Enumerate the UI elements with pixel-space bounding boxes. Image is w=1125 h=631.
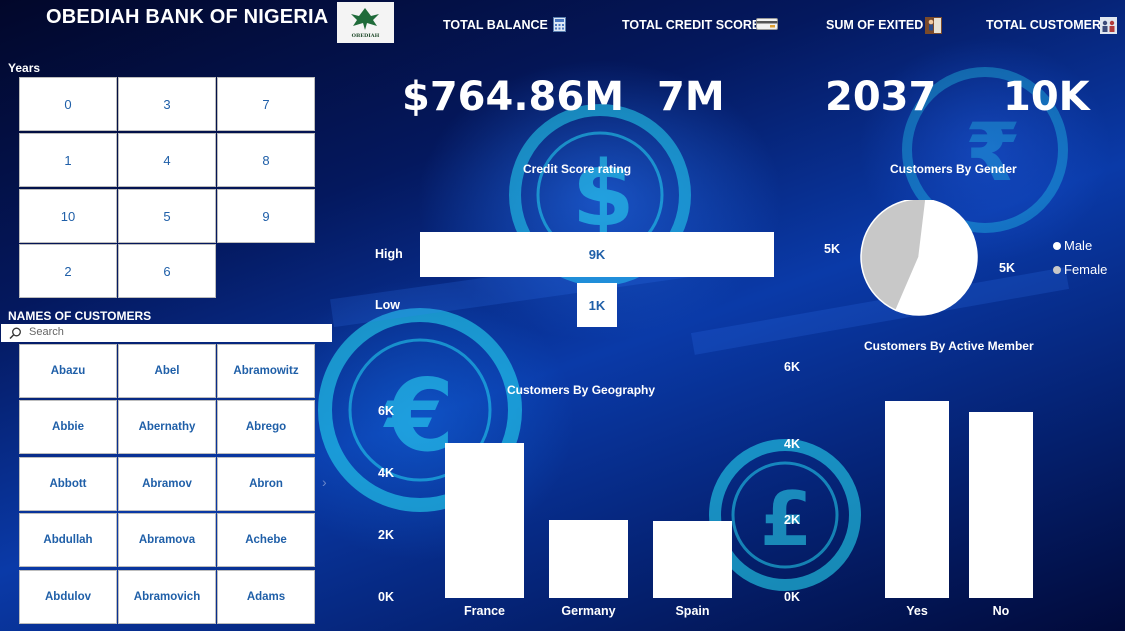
bank-title: OBEDIAH BANK OF NIGERIA — [46, 6, 329, 28]
credit-category-label: High — [375, 247, 403, 261]
chevron-right-icon[interactable]: › — [322, 474, 327, 490]
customer-search-input[interactable]: Search — [1, 324, 332, 342]
legend-item-male[interactable]: Male — [1064, 238, 1092, 253]
credit-card-icon — [756, 17, 778, 32]
search-icon — [9, 327, 21, 340]
credit-data-label: 1K — [588, 297, 606, 313]
y-tick-label: 2K — [378, 528, 394, 542]
legend-dot-male — [1053, 242, 1061, 250]
geography-chart-title: Customers By Geography — [507, 383, 656, 397]
gender-chart-title: Customers By Gender — [890, 162, 1017, 176]
y-tick-label: 6K — [378, 404, 394, 418]
customer-tile-achebe[interactable]: Achebe — [218, 514, 314, 566]
customer-tile-abramovich[interactable]: Abramovich — [119, 571, 215, 623]
year-tile-8[interactable]: 8 — [218, 134, 314, 186]
active-chart-title: Customers By Active Member — [864, 339, 1034, 353]
calculator-icon — [553, 17, 566, 32]
kpi-label-total-credit-score: TOTAL CREDIT SCORE — [622, 18, 761, 32]
year-tile-4[interactable]: 4 — [119, 134, 215, 186]
y-tick-label: 0K — [784, 590, 800, 604]
customer-tile-abdullah[interactable]: Abdullah — [20, 514, 116, 566]
year-tile-7[interactable]: 7 — [218, 78, 314, 130]
search-placeholder: Search — [29, 326, 64, 338]
people-icon — [1100, 17, 1117, 34]
year-tile-9[interactable]: 9 — [218, 190, 314, 242]
active-bar-no[interactable] — [969, 412, 1033, 598]
year-tile-10[interactable]: 10 — [20, 190, 116, 242]
customer-tile-abramova[interactable]: Abramova — [119, 514, 215, 566]
year-tile-3[interactable]: 3 — [119, 78, 215, 130]
bank-logo: OBEDIAH — [337, 2, 394, 43]
geography-bar-france[interactable] — [445, 442, 524, 598]
active-category-label: No — [992, 604, 1010, 618]
customer-tile-abron[interactable]: Abron — [218, 458, 314, 510]
customer-tile-abbie[interactable]: Abbie — [20, 401, 116, 453]
year-tile-6[interactable]: 6 — [119, 245, 215, 297]
pie-data-label-male: 5K — [999, 261, 1015, 275]
customer-tile-abramov[interactable]: Abramov — [119, 458, 215, 510]
customers-slicer-title: NAMES OF CUSTOMERS — [8, 309, 152, 323]
legend-dot-female — [1053, 266, 1061, 274]
kpi-value-total-balance: $764.86M — [402, 74, 624, 120]
geography-bar-spain[interactable] — [653, 521, 732, 598]
customer-tile-abazu[interactable]: Abazu — [20, 345, 116, 397]
years-slicer-title: Years — [8, 61, 41, 75]
svg-text:OBEDIAH: OBEDIAH — [352, 33, 380, 39]
geography-category-label: France — [464, 604, 505, 618]
y-tick-label: 2K — [784, 513, 800, 528]
eagle-logo-icon: OBEDIAH — [351, 8, 380, 39]
legend-item-female[interactable]: Female — [1064, 262, 1107, 277]
customer-tile-abramowitz[interactable]: Abramowitz — [218, 345, 314, 397]
kpi-value-total-customer: 10K — [1003, 74, 1090, 120]
kpi-value-sum-of-exited: 2037 — [825, 74, 937, 120]
customer-tile-abel[interactable]: Abel — [119, 345, 215, 397]
gender-pie-chart: 5K 5K Male Female — [824, 200, 1107, 316]
year-tile-2[interactable]: 2 — [20, 245, 116, 297]
pie-data-label-female: 5K — [824, 242, 840, 256]
year-tile-1[interactable]: 1 — [20, 134, 116, 186]
year-tile-5[interactable]: 5 — [119, 190, 215, 242]
y-tick-label: 4K — [784, 436, 800, 451]
customer-tile-adams[interactable]: Adams — [218, 571, 314, 623]
person-exit-icon — [925, 17, 942, 34]
credit-chart-title: Credit Score rating — [523, 162, 632, 176]
year-tile-0[interactable]: 0 — [20, 78, 116, 130]
y-tick-label: 4K — [378, 466, 394, 480]
active-category-label: Yes — [906, 604, 928, 618]
y-tick-label: 6K — [784, 360, 800, 374]
customer-tile-abernathy[interactable]: Abernathy — [119, 401, 215, 453]
kpi-value-total-credit-score: 7M — [657, 74, 725, 120]
kpi-label-total-customer: TOTAL CUSTOMER — [986, 18, 1102, 32]
customer-tile-abdulov[interactable]: Abdulov — [20, 571, 116, 623]
y-tick-label: 0K — [378, 590, 394, 604]
geography-bar-germany[interactable] — [549, 520, 628, 598]
credit-data-label: 9K — [588, 247, 606, 262]
active-bar-yes[interactable] — [885, 400, 949, 598]
geography-category-label: Spain — [675, 604, 710, 618]
geography-category-label: Germany — [561, 604, 616, 618]
customer-tile-abbott[interactable]: Abbott — [20, 458, 116, 510]
credit-category-label: Low — [375, 298, 400, 312]
kpi-label-sum-of-exited: SUM OF EXITED — [826, 18, 924, 32]
customer-tile-abrego[interactable]: Abrego — [218, 401, 314, 453]
kpi-label-total-balance: TOTAL BALANCE — [443, 18, 548, 32]
